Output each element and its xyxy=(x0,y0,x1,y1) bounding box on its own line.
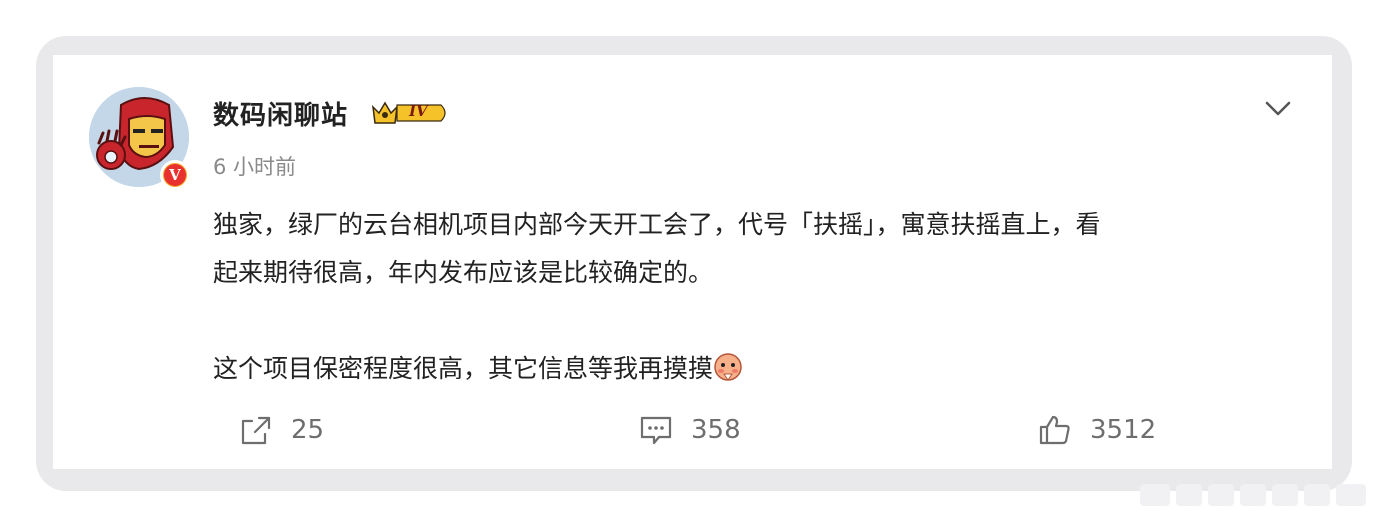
content-line-3: 这个项目保密程度很高，其它信息等我再摸摸 xyxy=(213,354,714,383)
verified-badge: V xyxy=(160,160,190,190)
comment-button[interactable]: 358 xyxy=(639,412,741,448)
content-line-1: 独家，绿厂的云台相机项目内部今天开工会了，代号「扶摇」，寓意扶摇直上，看 xyxy=(213,210,1101,239)
post-card: V 数码闲聊站 IV 6 小时前 独家，绿厂的云台相机项目内部今天开工会了，代号… xyxy=(53,55,1332,469)
like-button[interactable]: 3512 xyxy=(1038,412,1156,448)
level-badge: IV xyxy=(371,99,449,127)
level-label: IV xyxy=(409,102,428,120)
watermark-logo xyxy=(1140,484,1366,506)
shy-face-emoji-icon xyxy=(714,353,742,381)
share-icon xyxy=(241,416,271,445)
repost-count: 25 xyxy=(291,415,325,445)
verified-mark: V xyxy=(164,164,186,186)
timestamp: 6 小时前 xyxy=(213,155,297,179)
thumbs-up-icon xyxy=(1039,415,1070,445)
content-line-2: 起来期待很高，年内发布应该是比较确定的。 xyxy=(213,258,714,287)
comment-icon xyxy=(640,416,672,445)
chevron-down-icon xyxy=(1265,101,1291,116)
post-menu-button[interactable] xyxy=(1263,93,1293,123)
like-count: 3512 xyxy=(1090,415,1157,445)
repost-button[interactable]: 25 xyxy=(239,412,324,448)
comment-count: 358 xyxy=(691,415,741,445)
post-content: 独家，绿厂的云台相机项目内部今天开工会了，代号「扶摇」，寓意扶摇直上，看 起来期… xyxy=(213,201,1303,393)
username[interactable]: 数码闲聊站 xyxy=(213,95,348,132)
